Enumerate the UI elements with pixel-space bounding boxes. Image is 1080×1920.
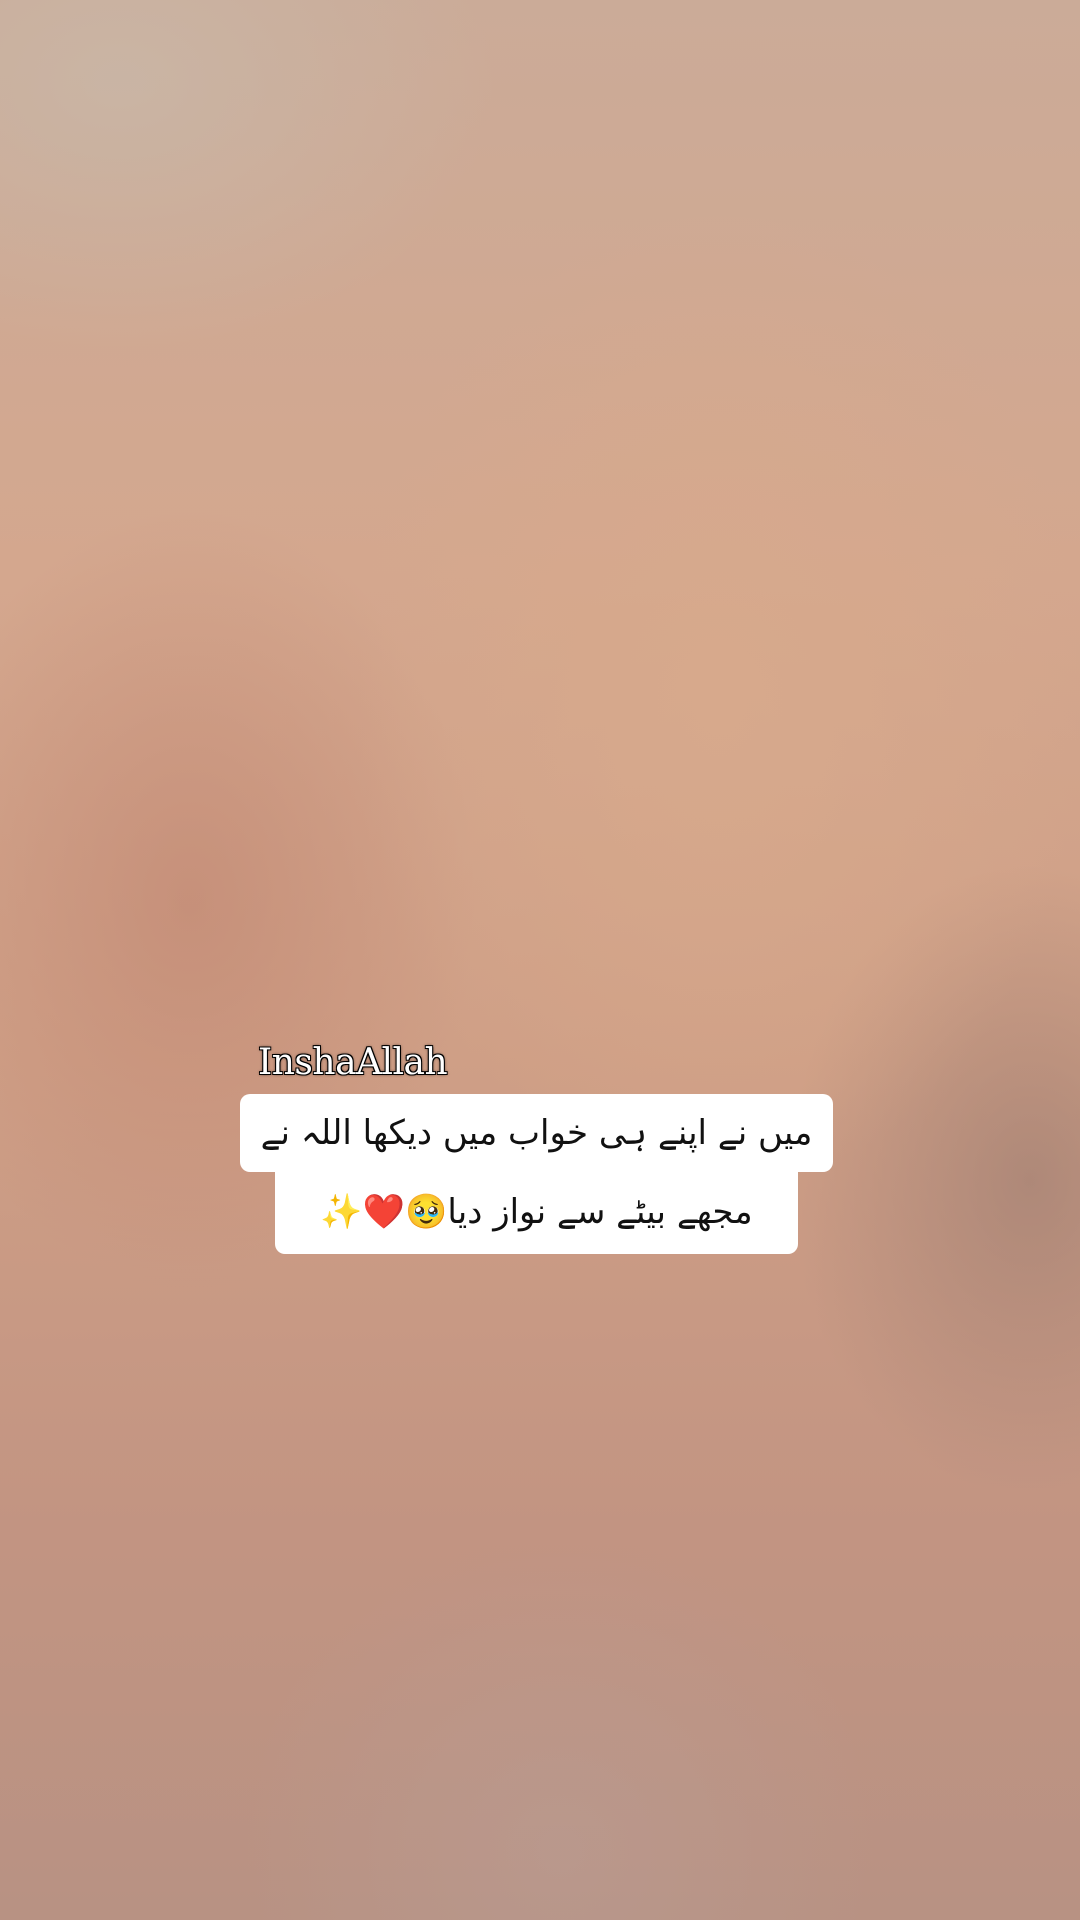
insha-allah-tag: InshaAllah	[258, 1042, 448, 1083]
caption-line-1: میں نے اپنے ہی خواب میں دیکھا اللہ نے	[240, 1094, 833, 1172]
blurred-background-photo	[0, 0, 1080, 1920]
caption-line-2: مجھے بیٹے سے نواز دیا🥹❤️✨	[275, 1170, 798, 1254]
